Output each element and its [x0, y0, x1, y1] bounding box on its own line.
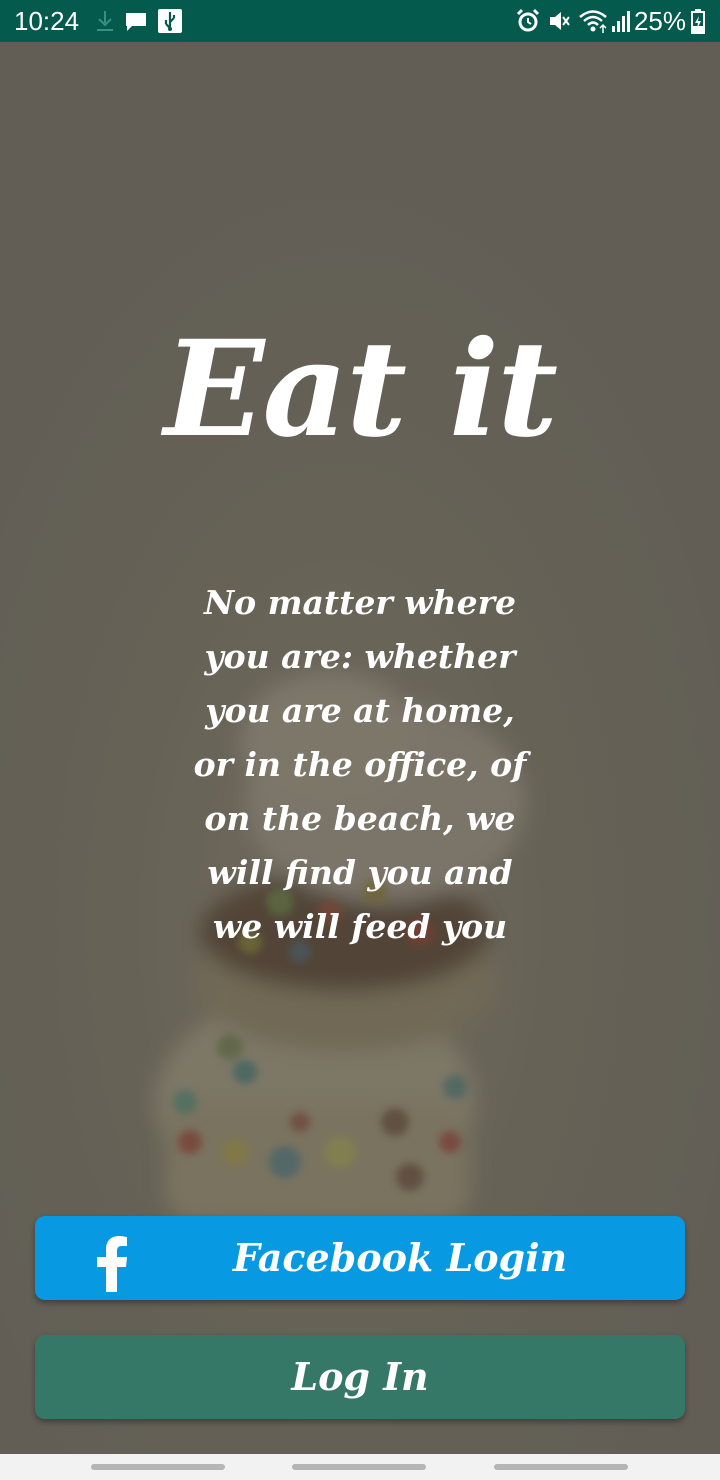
signal-icon [612, 11, 630, 32]
download-icon [97, 11, 113, 31]
battery-percent: 25% [633, 6, 686, 36]
battery-icon [691, 9, 705, 34]
alarm-icon [516, 8, 540, 32]
message-icon [126, 13, 146, 31]
status-time: 10:24 [14, 6, 80, 36]
facebook-login-label: Facebook Login [232, 1235, 568, 1280]
splash-screen: 10:24 25% Eat it No matter where you are… [0, 0, 720, 1480]
login-button[interactable]: Log In [35, 1335, 685, 1419]
wifi-icon [579, 10, 607, 33]
facebook-login-button[interactable]: Facebook Login [35, 1216, 685, 1300]
nav-back-handle[interactable] [494, 1464, 628, 1470]
nav-recents-handle[interactable] [91, 1464, 225, 1470]
nav-home-handle[interactable] [292, 1464, 426, 1470]
navigation-bar [0, 1454, 720, 1480]
mute-icon [550, 12, 570, 30]
status-bar: 10:24 25% [0, 0, 720, 42]
usb-icon [158, 9, 182, 33]
app-title: Eat it [163, 312, 558, 467]
tagline: No matter where you are: whether you are… [193, 583, 527, 946]
login-label: Log In [291, 1354, 429, 1399]
